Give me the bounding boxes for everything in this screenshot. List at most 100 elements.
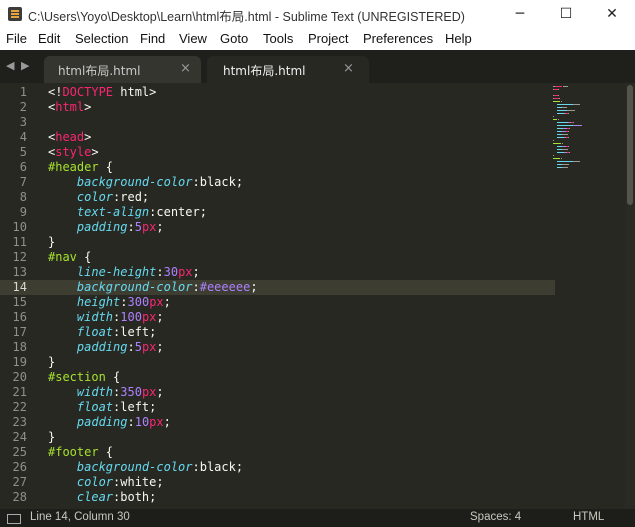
- indentation-setting[interactable]: Spaces: 4: [470, 511, 521, 523]
- menu-project[interactable]: Project: [308, 31, 348, 46]
- syntax-mode[interactable]: HTML: [573, 511, 604, 523]
- code-token: 300: [127, 295, 150, 309]
- code-token: 5: [134, 220, 142, 234]
- code-editor[interactable]: 1 2 3 4 5 6 7 8 9 10 11 12 13 14 15 16 17 18 19 20 21 22 23 24 2…: [0, 83, 635, 509]
- code-token: }: [48, 235, 56, 249]
- minimap-mark: [562, 167, 568, 168]
- code-token: 350: [120, 385, 142, 399]
- vertical-scrollbar[interactable]: [625, 83, 635, 509]
- code-token: style: [55, 145, 92, 159]
- code-token: color: [76, 190, 114, 204]
- minimap-mark: [557, 137, 564, 138]
- menu-tools[interactable]: Tools: [263, 31, 293, 46]
- code-line[interactable]: width:100px;: [48, 310, 164, 325]
- code-line[interactable]: background-color:#eeeeee;: [48, 280, 258, 295]
- code-token: :both;: [113, 490, 157, 504]
- tab-html-layout-2[interactable]: html布局.html ×: [207, 56, 369, 83]
- minimap-mark: [561, 101, 562, 102]
- code-line[interactable]: text-align:center;: [48, 205, 207, 220]
- code-line[interactable]: color:red;: [48, 190, 149, 205]
- code-line[interactable]: }: [48, 235, 55, 250]
- minimap-mark: [573, 161, 580, 162]
- code-token: :: [127, 415, 135, 429]
- tab-prev-icon[interactable]: ◀: [6, 59, 14, 72]
- code-line[interactable]: <style>: [48, 145, 99, 160]
- code-line[interactable]: <head>: [48, 130, 91, 145]
- line-number: 6: [19, 160, 27, 174]
- menu-help[interactable]: Help: [445, 31, 472, 46]
- line-number: 22: [12, 400, 27, 414]
- minimap-mark: [557, 113, 564, 114]
- line-number: 15: [12, 295, 27, 309]
- line-number: 1: [19, 85, 27, 99]
- code-line[interactable]: #header {: [48, 160, 113, 175]
- menu-selection[interactable]: Selection: [75, 31, 128, 46]
- code-line[interactable]: padding:10px;: [48, 415, 171, 430]
- code-line[interactable]: #footer {: [48, 445, 113, 460]
- tab-next-icon[interactable]: ▶: [21, 59, 29, 72]
- code-token: line-height: [76, 265, 157, 279]
- menu-find[interactable]: Find: [140, 31, 165, 46]
- minimap-mark: [568, 146, 569, 147]
- line-number: 28: [12, 490, 27, 504]
- code-token: >: [84, 130, 92, 144]
- code-token: :left;: [113, 325, 157, 339]
- code-token: float: [76, 400, 114, 414]
- code-token: #footer: [48, 445, 99, 459]
- tab-close-icon[interactable]: ×: [343, 61, 354, 76]
- code-line[interactable]: background-color:black;: [48, 175, 243, 190]
- code-line[interactable]: <html>: [48, 100, 91, 115]
- line-number: 7: [19, 175, 27, 189]
- minimap-mark: [568, 131, 569, 132]
- cursor-position: Line 14, Column 30: [30, 511, 130, 523]
- menu-preferences[interactable]: Preferences: [363, 31, 433, 46]
- menu-view[interactable]: View: [179, 31, 207, 46]
- code-line[interactable]: #section {: [48, 370, 120, 385]
- menu-bar: File Edit Selection Find View Goto Tools…: [0, 28, 635, 50]
- scrollbar-thumb[interactable]: [627, 85, 633, 205]
- minimize-button[interactable]: ─: [497, 0, 543, 28]
- menu-file[interactable]: File: [6, 31, 27, 46]
- code-token: {: [105, 370, 121, 384]
- code-token: :white;: [113, 475, 164, 489]
- code-line[interactable]: background-color:black;: [48, 460, 243, 475]
- code-token: background-color: [76, 460, 193, 474]
- maximize-button[interactable]: ☐: [543, 0, 589, 28]
- code-line[interactable]: color:white;: [48, 475, 164, 490]
- line-number: 17: [12, 325, 27, 339]
- minimap-mark: [567, 110, 575, 111]
- code-line[interactable]: <!DOCTYPE html>: [48, 85, 156, 100]
- code-token: width: [76, 385, 114, 399]
- menu-goto[interactable]: Goto: [220, 31, 248, 46]
- tab-html-layout-1[interactable]: html布局.html ×: [44, 56, 201, 83]
- code-line[interactable]: #nav {: [48, 250, 91, 265]
- menu-edit[interactable]: Edit: [38, 31, 60, 46]
- minimap-mark: [558, 89, 559, 90]
- tab-bar: ◀ ▶ html布局.html × html布局.html ×: [0, 50, 635, 83]
- code-line[interactable]: float:left;: [48, 325, 156, 340]
- tab-label: html布局.html: [58, 64, 141, 78]
- code-line[interactable]: padding:5px;: [48, 340, 164, 355]
- code-line[interactable]: float:left;: [48, 400, 156, 415]
- code-line[interactable]: padding:5px;: [48, 220, 164, 235]
- line-number: 4: [19, 130, 27, 144]
- panel-toggle-icon[interactable]: [7, 514, 21, 524]
- code-line[interactable]: }: [48, 355, 55, 370]
- code-line[interactable]: }: [48, 430, 55, 445]
- code-line[interactable]: line-height:30px;: [48, 265, 200, 280]
- code-token: :: [127, 340, 135, 354]
- close-window-button[interactable]: ✕: [589, 0, 635, 28]
- minimap-mark: [557, 125, 573, 126]
- code-line[interactable]: width:350px;: [48, 385, 164, 400]
- code-line[interactable]: clear:both;: [48, 490, 156, 505]
- minimap[interactable]: [553, 83, 623, 509]
- code-token: padding: [76, 415, 128, 429]
- minimap-mark: [557, 110, 567, 111]
- tab-close-icon[interactable]: ×: [180, 61, 191, 76]
- code-line[interactable]: height:300px;: [48, 295, 171, 310]
- code-token: float: [76, 325, 114, 339]
